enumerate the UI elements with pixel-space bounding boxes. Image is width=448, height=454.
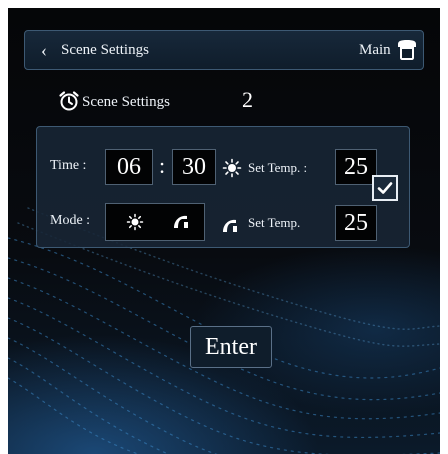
- scene-title: Scene Settings: [82, 94, 170, 110]
- mode-selector[interactable]: [105, 203, 205, 241]
- set-temp-heat-field[interactable]: 25: [335, 149, 377, 185]
- mode-label: Mode :: [50, 213, 91, 228]
- time-label: Time :: [50, 158, 87, 173]
- fan-icon: [223, 219, 237, 232]
- main-button-label[interactable]: Main: [359, 41, 391, 59]
- heat-mode-sun-icon[interactable]: [126, 213, 144, 231]
- alarm-clock-icon: [59, 91, 79, 111]
- schedule-panel: Time : 06 : 30 Set Temp. : 25 Mode : Set…: [36, 126, 410, 248]
- set-temp-heat-label: Set Temp. :: [248, 160, 308, 175]
- scene-settings-screen: ‹ Scene Settings Main Scene Settings 2 T…: [8, 8, 440, 454]
- time-separator: :: [159, 153, 166, 178]
- enter-button[interactable]: Enter: [190, 326, 272, 368]
- hour-field[interactable]: 06: [105, 149, 153, 185]
- home-icon[interactable]: [395, 38, 419, 62]
- minute-field[interactable]: 30: [172, 149, 216, 185]
- checkmark-icon: [377, 182, 393, 194]
- chevron-left-icon[interactable]: ‹: [41, 41, 47, 59]
- header-bar: ‹ Scene Settings Main: [24, 30, 424, 70]
- scene-number[interactable]: 2: [242, 88, 253, 112]
- back-button-label[interactable]: Scene Settings: [61, 41, 149, 59]
- cool-mode-fan-icon[interactable]: [172, 213, 190, 231]
- sun-icon: [222, 158, 242, 178]
- set-temp-cool-field[interactable]: 25: [335, 205, 377, 241]
- set-temp-cool-label: Set Temp.: [248, 215, 301, 230]
- enable-checkbox[interactable]: [372, 175, 398, 201]
